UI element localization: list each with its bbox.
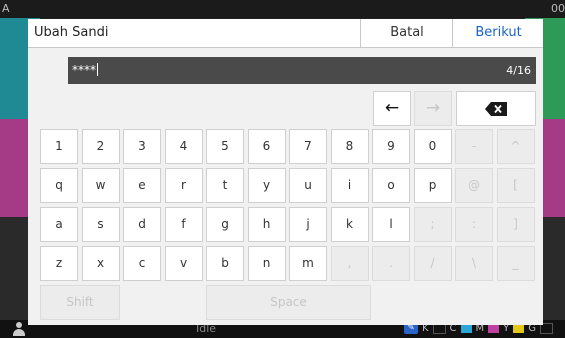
cancel-button[interactable]: Batal: [360, 19, 453, 47]
right-arrow-icon: →: [425, 98, 441, 118]
key-.[interactable]: .: [372, 246, 410, 281]
key-z[interactable]: z: [40, 246, 78, 281]
key-y[interactable]: y: [247, 168, 286, 203]
key-h[interactable]: h: [247, 207, 286, 242]
key-g[interactable]: g: [206, 207, 244, 242]
top-left-text: A: [2, 2, 10, 15]
space-key[interactable]: Space: [206, 285, 371, 320]
key-l[interactable]: l: [372, 207, 410, 242]
text-caret: [97, 63, 98, 76]
top-right-text: 00: [551, 2, 565, 15]
shift-key[interactable]: Shift: [40, 285, 120, 320]
key-n[interactable]: n: [247, 246, 286, 281]
key-\[interactable]: \: [455, 246, 493, 281]
key-i[interactable]: i: [330, 168, 369, 203]
key-3[interactable]: 3: [123, 129, 161, 164]
backspace-icon: [485, 101, 507, 116]
key-][interactable]: ]: [496, 207, 535, 242]
key-a[interactable]: a: [40, 207, 78, 242]
key-j[interactable]: j: [289, 207, 327, 242]
password-input[interactable]: **** 4/16: [68, 57, 536, 84]
key-5[interactable]: 5: [206, 129, 244, 164]
key-4[interactable]: 4: [164, 129, 203, 164]
key-m[interactable]: m: [289, 246, 327, 281]
key-e[interactable]: e: [123, 168, 161, 203]
cursor-right-button[interactable]: →: [414, 91, 452, 126]
key-:[interactable]: :: [455, 207, 493, 242]
toner-swatch: [488, 324, 500, 333]
key-;[interactable]: ;: [413, 207, 452, 242]
dialog-header: Ubah Sandi Batal Berikut: [28, 19, 543, 48]
password-text: ****: [72, 63, 96, 77]
key-b[interactable]: b: [206, 246, 244, 281]
key-v[interactable]: v: [164, 246, 203, 281]
key-w[interactable]: w: [81, 168, 120, 203]
next-button[interactable]: Berikut: [452, 19, 544, 47]
key-1[interactable]: 1: [40, 129, 78, 164]
backspace-button[interactable]: [456, 91, 536, 126]
cursor-left-button[interactable]: ←: [373, 91, 411, 126]
key-x[interactable]: x: [81, 246, 120, 281]
key-d[interactable]: d: [123, 207, 161, 242]
left-arrow-icon: ←: [384, 98, 400, 118]
key-6[interactable]: 6: [247, 129, 286, 164]
key--[interactable]: -: [455, 129, 493, 164]
key-@[interactable]: @: [455, 168, 493, 203]
key-k[interactable]: k: [330, 207, 369, 242]
toner-swatch: [460, 324, 472, 333]
key-0[interactable]: 0: [413, 129, 452, 164]
key-q[interactable]: q: [40, 168, 78, 203]
password-value: ****: [72, 63, 98, 77]
key-7[interactable]: 7: [289, 129, 327, 164]
key-o[interactable]: o: [372, 168, 410, 203]
key-9[interactable]: 9: [372, 129, 410, 164]
key-_[interactable]: _: [496, 246, 535, 281]
top-bar: A 00: [0, 0, 565, 18]
key-/[interactable]: /: [413, 246, 452, 281]
key-s[interactable]: s: [81, 207, 120, 242]
key-8[interactable]: 8: [330, 129, 369, 164]
key-[[interactable]: [: [496, 168, 535, 203]
key-r[interactable]: r: [164, 168, 203, 203]
key-f[interactable]: f: [164, 207, 203, 242]
key-,[interactable]: ,: [330, 246, 369, 281]
key-2[interactable]: 2: [81, 129, 120, 164]
toner-swatch: [513, 324, 525, 333]
key-c[interactable]: c: [123, 246, 161, 281]
dialog-title: Ubah Sandi: [34, 25, 109, 40]
user-icon[interactable]: [13, 322, 25, 336]
character-count: 4/16: [506, 64, 531, 77]
key-^[interactable]: ^: [496, 129, 535, 164]
key-p[interactable]: p: [413, 168, 452, 203]
key-t[interactable]: t: [206, 168, 244, 203]
key-u[interactable]: u: [289, 168, 327, 203]
change-password-dialog: Ubah Sandi Batal Berikut **** 4/16 ← → 1…: [28, 19, 543, 325]
